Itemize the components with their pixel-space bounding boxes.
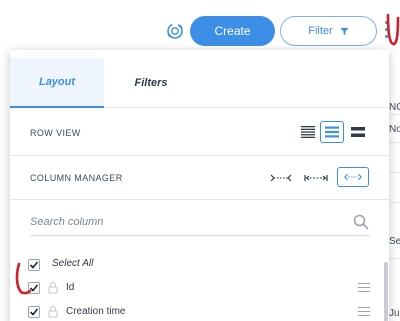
tab-filters[interactable]: Filters xyxy=(104,58,198,108)
row-divider xyxy=(390,114,400,115)
layout-panel: Layout Filters ROW VIEW COLUMN MANAGER S… xyxy=(10,50,389,321)
column-list-item[interactable]: Creation time xyxy=(10,302,389,321)
row-divider xyxy=(390,258,400,259)
column-label: Creation time xyxy=(66,306,126,317)
column-list-item[interactable]: Id xyxy=(10,278,389,300)
drag-handle-icon[interactable] xyxy=(358,307,370,316)
row-view-label: ROW VIEW xyxy=(30,128,81,138)
select-all-label: Select All xyxy=(52,258,94,269)
sync-icon[interactable] xyxy=(164,20,186,42)
tab-layout[interactable]: Layout xyxy=(10,58,104,108)
row-view-section: ROW VIEW xyxy=(10,108,389,156)
search-icon[interactable] xyxy=(353,214,369,230)
row-view-comfortable-icon[interactable] xyxy=(346,121,370,143)
table-cell-fragment: Ju xyxy=(389,308,400,319)
search-column-input[interactable] xyxy=(30,208,370,236)
row-divider xyxy=(390,202,400,203)
lock-icon xyxy=(48,305,58,318)
table-cell-fragment: NC xyxy=(389,102,400,113)
filter-button-label: Filter xyxy=(308,25,333,37)
collapse-columns-icon[interactable] xyxy=(267,170,295,186)
column-label: Id xyxy=(66,282,75,293)
select-all-checkbox[interactable] xyxy=(28,259,40,271)
create-button[interactable]: Create xyxy=(190,16,275,46)
column-manager-label: COLUMN MANAGER xyxy=(30,173,123,183)
column-checkbox[interactable] xyxy=(28,282,40,294)
drag-handle-icon[interactable] xyxy=(358,283,370,292)
table-cell-fragment: Se xyxy=(389,236,400,247)
panel-tabs: Layout Filters xyxy=(10,58,389,108)
row-divider xyxy=(390,172,400,173)
funnel-icon xyxy=(340,27,349,35)
column-list-scrollbar[interactable] xyxy=(384,262,388,321)
table-cell-fragment: No xyxy=(389,124,400,135)
row-view-compact-icon[interactable] xyxy=(296,121,320,143)
kebab-icon[interactable] xyxy=(383,19,391,43)
column-checkbox[interactable] xyxy=(28,306,40,318)
row-divider xyxy=(390,142,400,143)
select-all-row[interactable]: Select All xyxy=(10,255,389,277)
expand-columns-icon[interactable] xyxy=(337,167,369,187)
lock-icon xyxy=(48,281,58,294)
column-manager-section: COLUMN MANAGER xyxy=(10,156,389,200)
filter-button[interactable]: Filter xyxy=(280,16,377,46)
row-view-standard-icon[interactable] xyxy=(320,121,344,143)
fit-columns-icon[interactable] xyxy=(302,170,330,186)
